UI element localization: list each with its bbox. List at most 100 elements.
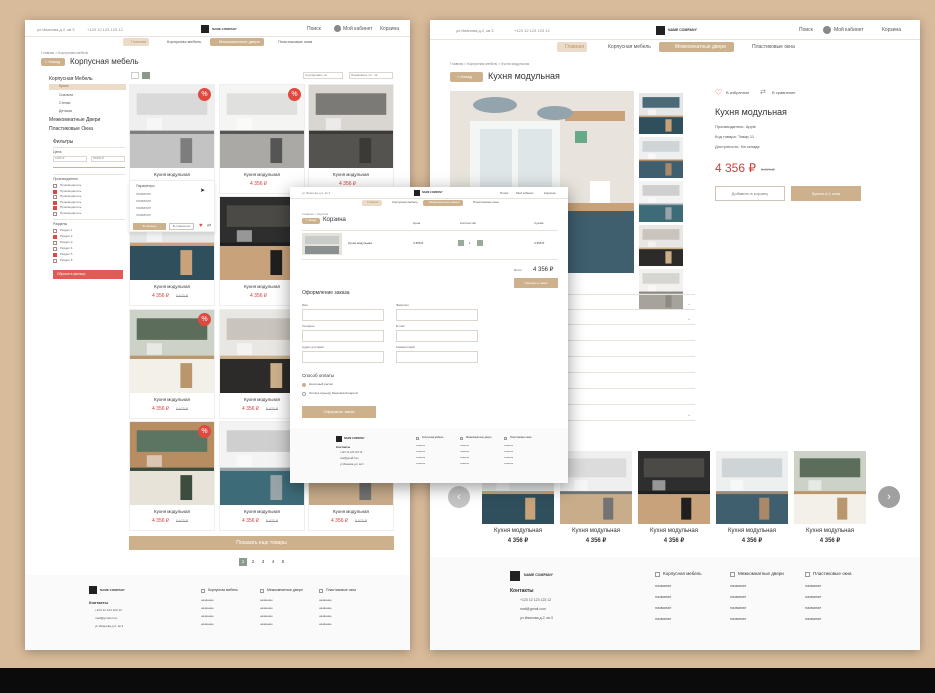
section-label[interactable]: Раздел 3 — [60, 241, 72, 244]
compare-icon-2[interactable]: ⇄ — [760, 89, 768, 96]
cart-item-name[interactable]: Кухня модульная — [348, 242, 372, 245]
footer-link[interactable]: название — [730, 595, 746, 600]
section-label[interactable]: Раздел 4 — [60, 247, 72, 250]
product-image[interactable] — [309, 85, 393, 168]
footer-link[interactable]: название — [805, 617, 821, 622]
footer-link[interactable]: название — [655, 595, 671, 600]
load-more-button[interactable]: Показать еще товары — [129, 536, 394, 550]
section-label[interactable]: Раздел 5 — [60, 253, 72, 256]
footer-col-title[interactable]: Корпусная мебель — [208, 588, 238, 593]
hover-add-cart-button[interactable]: В корзину — [133, 223, 166, 230]
footer-link[interactable]: название — [655, 606, 671, 611]
product-name[interactable]: Кухня модульная — [130, 172, 214, 178]
product-card[interactable]: % Кухня модульная 4 356 ₽ — [219, 84, 305, 194]
maker-checkbox[interactable] — [53, 206, 57, 210]
footer-link[interactable]: название — [201, 599, 214, 602]
product-thumbnail[interactable] — [639, 137, 683, 178]
footer-link[interactable]: название — [260, 615, 273, 618]
qty-minus-button[interactable] — [458, 240, 464, 246]
related-name[interactable]: Кухня модульная — [560, 528, 632, 534]
section-checkbox[interactable] — [53, 259, 57, 263]
maker-checkbox[interactable] — [53, 200, 57, 205]
product-name[interactable]: Кухня модульная — [130, 509, 214, 515]
section-checkbox[interactable] — [53, 253, 57, 257]
product-card[interactable]: Кухня модульная4 356 ₽ — [308, 84, 394, 194]
account-icon-2[interactable] — [823, 26, 831, 34]
footer-link[interactable]: название — [460, 457, 469, 459]
nav-windows-2[interactable]: Пластиковые окна — [752, 45, 795, 50]
logo-icon[interactable] — [201, 25, 209, 33]
footer-link[interactable]: название — [319, 615, 332, 618]
footer-link[interactable]: название — [460, 463, 469, 465]
cart-item-qty[interactable]: 1 — [469, 242, 471, 245]
section-label[interactable]: Раздел 6 — [60, 259, 72, 262]
heart-icon-2[interactable]: ♡ — [715, 89, 722, 97]
section-checkbox[interactable] — [53, 241, 57, 245]
search-link-3[interactable]: Поиск — [500, 192, 508, 195]
product-name[interactable]: Кухня модульная — [309, 509, 393, 515]
footer-link[interactable]: название — [460, 445, 469, 447]
footer-link[interactable]: название — [730, 617, 746, 622]
compare-icon[interactable]: ⇄ — [207, 224, 213, 229]
product-name[interactable]: Кухня модульная — [130, 284, 214, 290]
order-field-input[interactable] — [302, 330, 384, 342]
submit-order-button[interactable]: Оформить заказ — [302, 406, 376, 418]
footer-col-title[interactable]: Корпусная мебель — [663, 571, 702, 577]
breadcrumb-2[interactable]: Главная > Корпусная мебель > Кухня модул… — [450, 62, 529, 67]
nav-cabinet[interactable]: Корпусная мебель — [167, 40, 201, 44]
sidebar-cabinet[interactable]: Корпусная Мебель — [49, 77, 93, 82]
footer-col-title[interactable]: Пластиковые окна — [326, 588, 356, 593]
order-field-input[interactable] — [396, 330, 478, 342]
footer-col-title[interactable]: Корпусная мебель — [422, 436, 443, 440]
footer-link[interactable]: название — [460, 451, 469, 453]
product-card[interactable]: % Кухня модульная 4 356 ₽ 5 670 ₽ — [129, 309, 215, 419]
sidebar-sub-2[interactable]: Спальни — [59, 93, 73, 98]
page-button[interactable]: 4 — [269, 558, 277, 566]
chevron-down-icon[interactable]: ⌄ — [687, 317, 691, 322]
maker-label[interactable]: Производитель — [60, 206, 81, 209]
maker-label[interactable]: Производитель — [60, 211, 81, 215]
maker-checkbox[interactable] — [53, 195, 57, 199]
logo-icon-3[interactable] — [414, 190, 420, 196]
pay-card-radio[interactable] — [302, 392, 306, 396]
page-button[interactable]: 5 — [279, 558, 287, 566]
order-field-input[interactable] — [302, 309, 384, 321]
add-to-cart-button[interactable]: Добавить в корзину — [715, 186, 785, 201]
maker-checkbox[interactable] — [53, 211, 57, 216]
section-checkbox[interactable] — [53, 235, 57, 239]
product-thumbnail[interactable] — [639, 93, 683, 134]
footer-link[interactable]: название — [655, 617, 671, 622]
pay-cash-label[interactable]: Наличный расчет — [309, 383, 333, 386]
footer-link[interactable]: название — [201, 615, 214, 618]
sidebar-sub-4[interactable]: Детская — [59, 109, 72, 114]
product-name[interactable]: Кухня модульная — [220, 172, 304, 178]
footer-link[interactable]: название — [319, 623, 332, 626]
footer-link[interactable]: название — [504, 457, 513, 459]
breadcrumb[interactable]: Главная > Корпусная мебель — [41, 51, 88, 56]
account-link-3[interactable]: Мой кабинет — [516, 192, 534, 195]
section-label[interactable]: Раздел 2 — [60, 235, 72, 238]
footer-link[interactable]: название — [416, 463, 425, 465]
footer-link[interactable]: название — [504, 451, 513, 453]
footer-col-title[interactable]: Пластиковые окна — [510, 436, 531, 440]
maker-checkbox[interactable] — [53, 189, 57, 194]
nav-windows[interactable]: Пластиковые окна — [278, 40, 312, 44]
product-thumbnail[interactable] — [639, 225, 683, 266]
sidebar-doors[interactable]: Межкомнатные Двери — [49, 118, 100, 123]
related-name[interactable]: Кухня модульная — [716, 528, 788, 534]
sidebar-windows[interactable]: Пластиковые Окна — [49, 127, 93, 132]
footer-link[interactable]: название — [260, 623, 273, 626]
footer-col-title[interactable]: Пластиковые окна — [813, 571, 852, 577]
product-name[interactable]: Кухня модульная — [220, 509, 304, 515]
pay-card-label[interactable]: Оплата курьеру банковской картой — [309, 392, 358, 395]
related-image[interactable] — [716, 451, 788, 524]
footer-link[interactable]: название — [655, 584, 671, 589]
cart-link[interactable]: Корзина — [380, 27, 399, 32]
order-field-input[interactable] — [302, 351, 384, 363]
footer-col-title[interactable]: Межкомнатные двери — [738, 571, 784, 577]
section-checkbox[interactable] — [53, 247, 57, 251]
chevron-down-icon[interactable]: ⌄ — [687, 302, 691, 307]
footer-link[interactable]: название — [260, 607, 273, 610]
product-name[interactable]: Кухня модульная — [309, 172, 393, 178]
maker-checkbox[interactable] — [53, 184, 57, 188]
